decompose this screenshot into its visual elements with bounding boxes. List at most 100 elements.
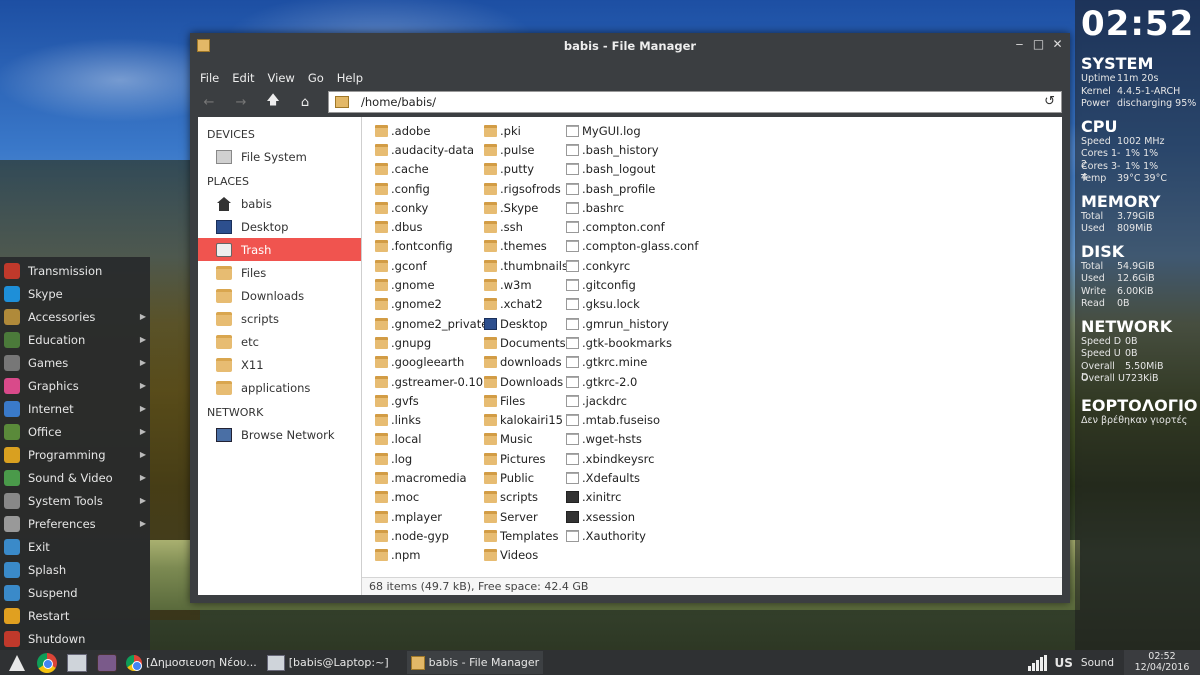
file-item[interactable]: Public [484,468,568,487]
chrome-launcher[interactable] [34,652,60,674]
file-item[interactable]: .conkyrc [566,256,698,275]
file-item[interactable]: .gtkrc.mine [566,353,698,372]
wifi-signal-icon[interactable] [1027,654,1047,671]
file-item[interactable]: Documents [484,333,568,352]
file-item[interactable]: .log [375,449,488,468]
file-item[interactable]: .gtkrc-2.0 [566,372,698,391]
file-item[interactable]: downloads [484,353,568,372]
file-item[interactable]: .wget-hsts [566,430,698,449]
file-item[interactable]: .bashrc [566,198,698,217]
minimize-button[interactable]: ‒ [1013,37,1026,51]
sidebar-item-etc[interactable]: etc [198,330,361,353]
file-item[interactable]: .gmrun_history [566,314,698,333]
file-item[interactable]: .xinitrc [566,488,698,507]
file-item[interactable]: .Xauthority [566,526,698,545]
file-item[interactable]: .gnome2_private [375,314,488,333]
start-menu-item-preferences[interactable]: Preferences ▶ [0,512,150,535]
sound-button[interactable]: Sound [1081,657,1114,669]
arch-menu-button[interactable] [4,652,30,674]
file-item[interactable]: .bash_logout [566,160,698,179]
menu-edit[interactable]: Edit [232,71,254,85]
file-item[interactable]: .links [375,410,488,429]
file-item[interactable]: .gvfs [375,391,488,410]
menu-help[interactable]: Help [337,71,363,85]
sidebar-item-browse-network[interactable]: Browse Network [198,423,361,446]
file-item[interactable]: .gksu.lock [566,295,698,314]
file-item[interactable]: scripts [484,488,568,507]
menu-go[interactable]: Go [308,71,324,85]
keyboard-layout[interactable]: US [1055,656,1073,670]
file-item[interactable]: .config [375,179,488,198]
file-item[interactable]: kalokairi15 [484,410,568,429]
file-item[interactable]: .ssh [484,217,568,236]
file-item[interactable]: .cache [375,160,488,179]
file-item[interactable]: .gconf [375,256,488,275]
file-item[interactable]: .bash_history [566,140,698,159]
start-menu-item-internet[interactable]: Internet ▶ [0,397,150,420]
file-item[interactable]: .node-gyp [375,526,488,545]
file-item[interactable]: .macromedia [375,468,488,487]
file-item[interactable]: .audacity-data [375,140,488,159]
file-item[interactable]: .gitconfig [566,275,698,294]
file-item[interactable]: .gnome2 [375,295,488,314]
file-item[interactable]: .gnome [375,275,488,294]
file-item[interactable]: .compton-glass.conf [566,237,698,256]
forward-arrow-icon[interactable]: → [230,91,252,113]
menu-view[interactable]: View [268,71,295,85]
window-titlebar[interactable]: babis - File Manager ‒ □ ✕ [190,33,1070,59]
file-item[interactable]: Files [484,391,568,410]
file-item[interactable]: .xchat2 [484,295,568,314]
reload-icon[interactable]: ↺ [1044,94,1055,109]
start-menu-item-graphics[interactable]: Graphics ▶ [0,374,150,397]
start-menu-item-suspend[interactable]: Suspend [0,581,150,604]
file-item[interactable]: .googleearth [375,353,488,372]
start-menu-item-programming[interactable]: Programming ▶ [0,443,150,466]
file-manager-launcher[interactable] [64,652,90,674]
taskbar-clock[interactable]: 02:52 12/04/2016 [1124,650,1200,675]
location-path[interactable]: /home/babis/ [361,95,436,109]
home-icon[interactable]: ⌂ [294,91,316,113]
file-item[interactable]: .compton.conf [566,217,698,236]
start-menu-item-transmission[interactable]: Transmission [0,259,150,282]
file-item[interactable]: .gtk-bookmarks [566,333,698,352]
file-item[interactable]: Server [484,507,568,526]
sidebar-item-desktop[interactable]: Desktop [198,215,361,238]
file-item[interactable]: .xbindkeysrc [566,449,698,468]
file-item[interactable]: .fontconfig [375,237,488,256]
file-item[interactable]: .gnupg [375,333,488,352]
sidebar-item-x11[interactable]: X11 [198,353,361,376]
close-button[interactable]: ✕ [1051,37,1064,51]
file-item[interactable]: .themes [484,237,568,256]
file-item[interactable]: .mplayer [375,507,488,526]
up-arrow-icon[interactable]: 🡅 [262,91,284,113]
start-menu-item-system-tools[interactable]: System Tools ▶ [0,489,150,512]
file-item[interactable]: Music [484,430,568,449]
file-item[interactable]: Downloads [484,372,568,391]
screenshot-launcher[interactable] [94,652,120,674]
file-item[interactable]: Templates [484,526,568,545]
start-menu-item-education[interactable]: Education ▶ [0,328,150,351]
file-item[interactable]: .bash_profile [566,179,698,198]
file-item[interactable]: Desktop [484,314,568,333]
file-item[interactable]: .putty [484,160,568,179]
start-menu-item-exit[interactable]: Exit [0,535,150,558]
task-terminal[interactable]: [babis@Laptop:~] [263,651,393,674]
file-item[interactable]: .Xdefaults [566,468,698,487]
file-item[interactable]: .rigsofrods [484,179,568,198]
start-menu-item-shutdown[interactable]: Shutdown [0,627,150,650]
start-menu-item-restart[interactable]: Restart [0,604,150,627]
file-item[interactable]: .xsession [566,507,698,526]
sidebar-item-downloads[interactable]: Downloads [198,284,361,307]
sidebar-item-file-system[interactable]: File System [198,145,361,168]
file-item[interactable]: .dbus [375,217,488,236]
start-menu-item-skype[interactable]: Skype [0,282,150,305]
file-item[interactable]: .w3m [484,275,568,294]
task-file-manager[interactable]: babis - File Manager [406,651,544,674]
sidebar-item-scripts[interactable]: scripts [198,307,361,330]
file-item[interactable]: .Skype [484,198,568,217]
start-menu-item-splash[interactable]: Splash [0,558,150,581]
sidebar-item-trash[interactable]: Trash [198,238,361,261]
sidebar-item-babis[interactable]: babis [198,192,361,215]
file-item[interactable]: .moc [375,488,488,507]
file-item[interactable]: .conky [375,198,488,217]
